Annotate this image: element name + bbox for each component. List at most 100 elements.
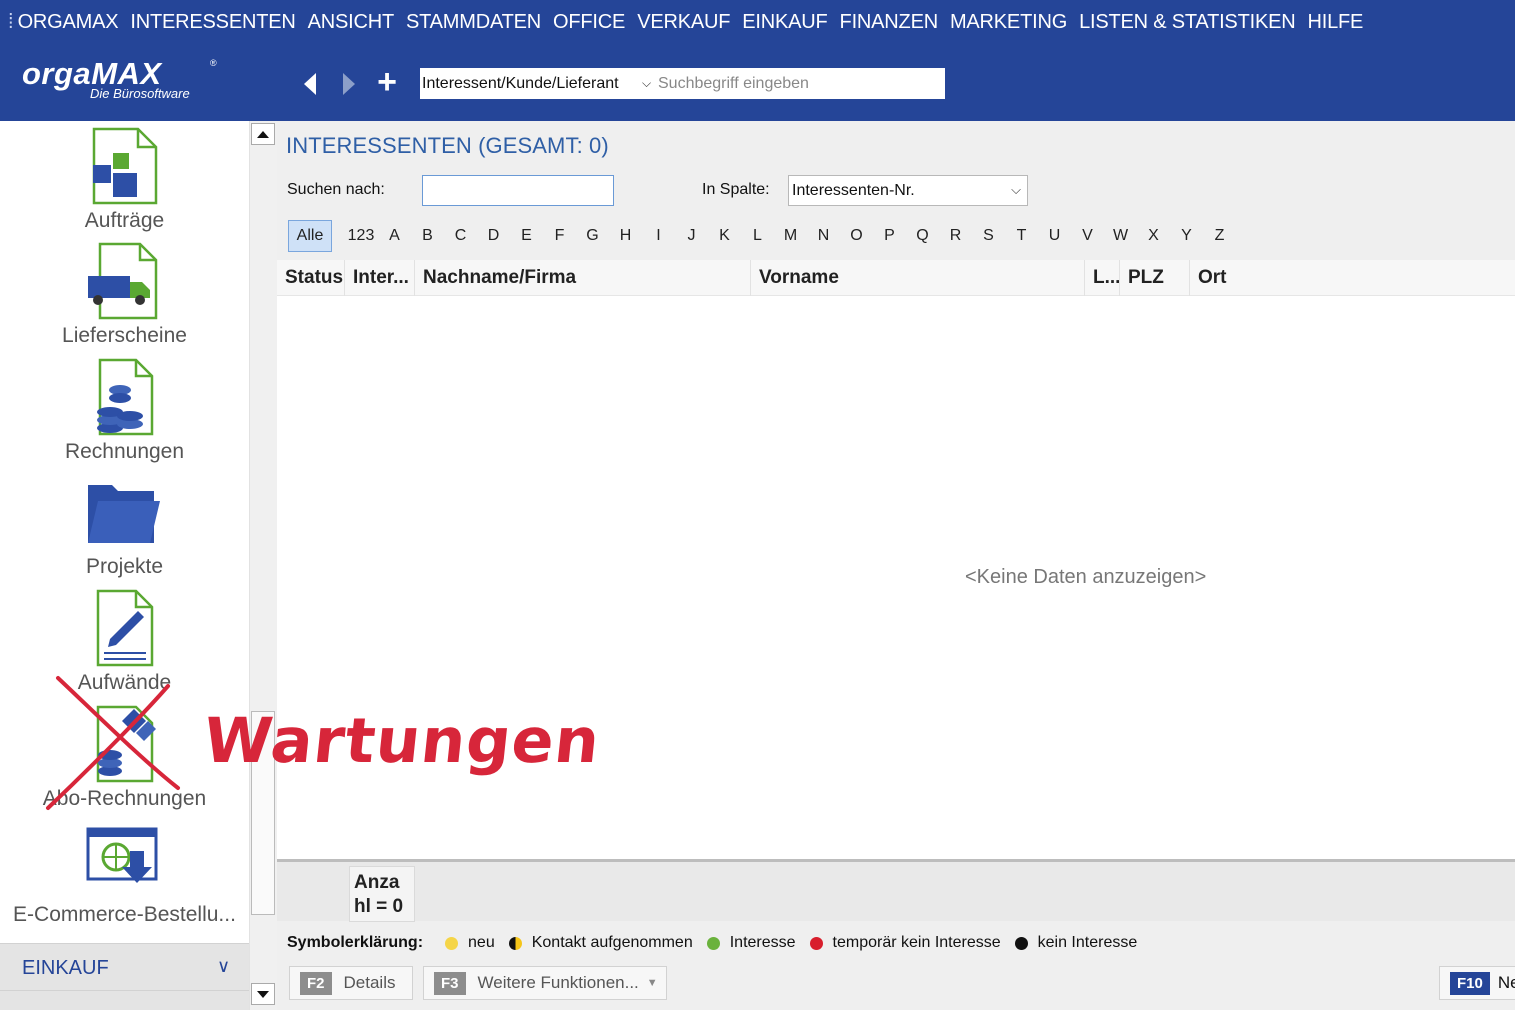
record-count-line1: Anza	[354, 872, 400, 893]
legend-label: kein Interesse	[1037, 934, 1138, 951]
sidebar-item-label: Projekte	[85, 555, 164, 578]
filter-letter[interactable]: D	[477, 227, 510, 245]
legend-title: Symbolerklärung:	[287, 934, 424, 951]
f10-button[interactable]: F10 Ne	[1439, 966, 1515, 1000]
filter-letter[interactable]: M	[774, 227, 807, 245]
global-search: Interessent/Kunde/Lieferant ⌵	[420, 68, 945, 99]
sidebar-item-auftraege[interactable]: Aufträge	[0, 123, 249, 235]
details-button-label: Details	[343, 973, 396, 992]
menu-item-office[interactable]: OFFICE	[553, 11, 625, 34]
filter-letter[interactable]: Q	[906, 227, 939, 245]
filter-letter[interactable]: E	[510, 227, 543, 245]
legend-label: temporär kein Interesse	[832, 934, 1001, 951]
scroll-down-button[interactable]	[251, 983, 275, 1005]
f10-key: F10	[1450, 971, 1490, 995]
column-header-interessenten-nr[interactable]: Inter...	[345, 260, 415, 296]
search-input[interactable]	[422, 175, 614, 206]
filter-letter[interactable]: X	[1137, 227, 1170, 245]
sidebar-item-label: Rechnungen	[64, 440, 185, 463]
top-bar: ⁞ ORGAMAX INTERESSENTEN ANSICHT STAMMDAT…	[0, 0, 1515, 121]
forward-arrow-icon[interactable]	[338, 71, 360, 97]
menu-item-marketing[interactable]: MARKETING	[950, 11, 1067, 34]
legend-dot-interesse	[706, 936, 720, 950]
annotation-text: Wartungen	[200, 704, 604, 777]
filter-letter[interactable]: N	[807, 227, 840, 245]
filter-letter[interactable]: O	[840, 227, 873, 245]
filter-letter[interactable]: W	[1104, 227, 1137, 245]
global-search-input[interactable]	[658, 74, 938, 93]
scroll-up-button[interactable]	[251, 123, 275, 145]
column-header-land[interactable]: L...	[1085, 260, 1120, 296]
menu-item-verkauf[interactable]: VERKAUF	[637, 11, 730, 34]
legend-dot-temporaer	[809, 936, 823, 950]
orgamax-logo: orgaMAX ® Die Bürosoftware	[20, 56, 220, 104]
sidebar-item-e-commerce[interactable]: E-Commerce-Bestellu...	[0, 817, 249, 929]
filter-letter[interactable]: I	[642, 227, 675, 245]
back-arrow-icon[interactable]	[300, 71, 322, 97]
filter-letter[interactable]: Y	[1170, 227, 1203, 245]
sidebar-item-rechnungen[interactable]: Rechnungen	[0, 354, 249, 466]
column-header-nachname-firma[interactable]: Nachname/Firma	[415, 260, 751, 296]
menu-item-ansicht[interactable]: ANSICHT	[308, 11, 395, 34]
filter-letter[interactable]: H	[609, 227, 642, 245]
menu-item-listen-statistiken[interactable]: LISTEN & STATISTIKEN	[1079, 11, 1296, 34]
ecommerce-download-icon	[86, 821, 160, 899]
search-label: Suchen nach:	[287, 181, 385, 198]
filter-letter[interactable]: K	[708, 227, 741, 245]
column-header-status[interactable]: Status	[277, 260, 345, 296]
record-count: Anza hl = 0	[349, 866, 415, 922]
legend-dot-kein-interesse	[1014, 936, 1028, 950]
legend-dot-neu	[445, 936, 459, 950]
chevron-down-icon[interactable]: ⌵	[642, 76, 658, 91]
filter-letter[interactable]: L	[741, 227, 774, 245]
dropdown-arrow-icon: ▼	[646, 977, 658, 989]
menu-item-orgamax[interactable]: ORGAMAX	[18, 11, 119, 34]
filter-letter[interactable]: U	[1038, 227, 1071, 245]
filter-letter[interactable]: C	[444, 227, 477, 245]
filter-letter[interactable]: S	[972, 227, 1005, 245]
f10-label: Ne	[1497, 973, 1515, 992]
filter-letter[interactable]: P	[873, 227, 906, 245]
column-label: In Spalte:	[702, 181, 770, 198]
menu-item-finanzen[interactable]: FINANZEN	[840, 11, 939, 34]
chevron-down-icon: ⌵	[1011, 182, 1021, 197]
menu-item-einkauf[interactable]: EINKAUF	[742, 11, 827, 34]
sidebar-item-lieferscheine[interactable]: Lieferscheine	[0, 238, 249, 350]
filter-123-button[interactable]: 123	[344, 227, 378, 245]
filter-letter[interactable]: Z	[1203, 227, 1236, 245]
menu-item-stammdaten[interactable]: STAMMDATEN	[406, 11, 541, 34]
filter-letter[interactable]: G	[576, 227, 609, 245]
column-select-value: Interessenten-Nr.	[792, 182, 915, 199]
filter-letter[interactable]: T	[1005, 227, 1038, 245]
sidebar-scrollbar[interactable]	[249, 121, 277, 1010]
filter-letter[interactable]: R	[939, 227, 972, 245]
more-functions-button[interactable]: F3 Weitere Funktionen... ▼	[423, 966, 667, 1000]
sidebar-item-aufwaende[interactable]: Aufwände	[0, 585, 249, 697]
column-header-plz[interactable]: PLZ	[1120, 260, 1190, 296]
column-select[interactable]: Interessenten-Nr. ⌵	[788, 175, 1028, 206]
add-new-button[interactable]: +	[372, 65, 402, 99]
filter-letter[interactable]: F	[543, 227, 576, 245]
more-functions-label: Weitere Funktionen...	[477, 973, 639, 992]
filter-letter[interactable]: V	[1071, 227, 1104, 245]
grid-header: Status Inter... Nachname/Firma Vorname L…	[277, 260, 1515, 296]
column-header-vorname[interactable]: Vorname	[751, 260, 1085, 296]
sidebar-category-next[interactable]	[0, 990, 249, 1010]
grid-footer: Anza hl = 0	[277, 859, 1515, 922]
filter-all-button[interactable]: Alle	[288, 220, 332, 252]
menu-item-interessenten[interactable]: INTERESSENTEN	[130, 11, 295, 34]
details-button[interactable]: F2 Details	[289, 966, 413, 1000]
logo-tagline: Die Bürosoftware	[90, 86, 190, 101]
invoice-coins-icon	[86, 358, 160, 436]
menu-item-hilfe[interactable]: HILFE	[1307, 11, 1363, 34]
filter-letter[interactable]: J	[675, 227, 708, 245]
sidebar-item-projekte[interactable]: Projekte	[0, 469, 249, 581]
registered-mark: ®	[210, 58, 217, 68]
column-header-ort[interactable]: Ort	[1190, 260, 1515, 296]
search-scope-select[interactable]: Interessent/Kunde/Lieferant	[420, 75, 642, 93]
sidebar-category-einkauf[interactable]: EINKAUF ∨	[0, 943, 249, 990]
orders-icon	[86, 127, 160, 205]
sidebar-item-label: Abo-Rechnungen	[42, 787, 207, 810]
filter-letter[interactable]: B	[411, 227, 444, 245]
filter-letter[interactable]: A	[378, 227, 411, 245]
